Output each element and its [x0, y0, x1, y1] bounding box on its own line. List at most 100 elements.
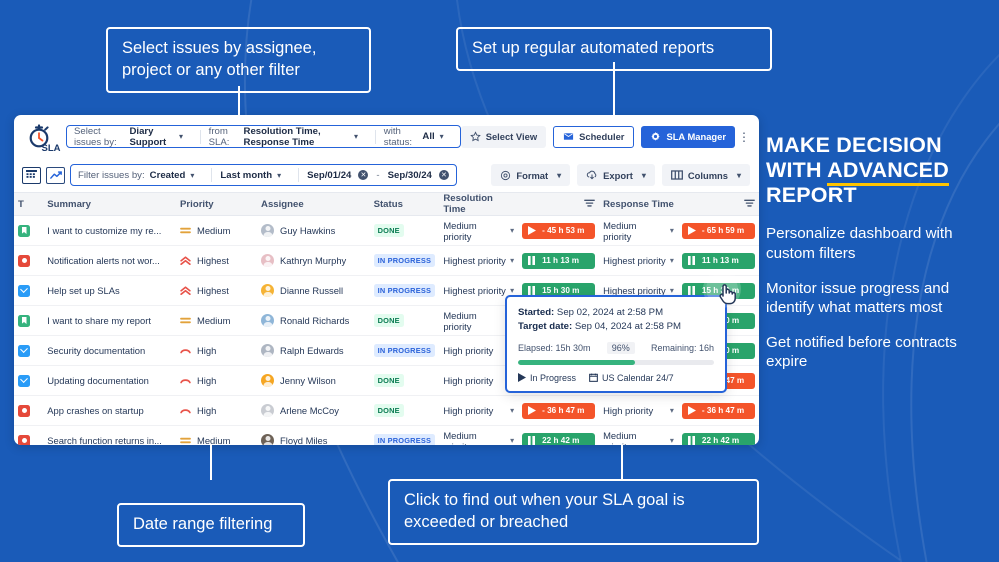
cell-response-priority[interactable]: High priority ▾: [599, 395, 678, 426]
chevron-down-icon[interactable]: ▾: [510, 436, 514, 445]
cell-summary[interactable]: I want to share my report: [43, 305, 177, 336]
select-issues-value[interactable]: Diary Support: [129, 126, 173, 148]
cell-type[interactable]: [14, 425, 44, 445]
table-row[interactable]: App crashes on startup High Arlene McCoy DO…: [14, 395, 759, 426]
chevron-down-icon[interactable]: ▾: [670, 286, 674, 295]
date-from-value[interactable]: Sep/01/24: [307, 170, 351, 181]
resolution-priority-select[interactable]: High priority▾: [443, 345, 514, 356]
export-button[interactable]: Export ▾: [577, 164, 655, 186]
cell-resolution-badge[interactable]: - 36 h 47 m: [518, 395, 600, 426]
column-header-resolution-filter[interactable]: [518, 192, 600, 216]
cell-response-priority[interactable]: Medium priority ▾: [599, 215, 678, 246]
column-header-type[interactable]: T: [14, 192, 44, 216]
format-button[interactable]: Format ▾: [491, 164, 571, 186]
cell-resolution-badge[interactable]: 22 h 42 m: [518, 425, 600, 445]
cell-type[interactable]: [14, 395, 44, 426]
cell-summary[interactable]: Search function returns in...: [43, 425, 177, 445]
chevron-down-icon[interactable]: ▾: [670, 226, 674, 235]
filter-field-value[interactable]: Created: [150, 170, 186, 181]
column-header-response-filter[interactable]: [677, 192, 759, 216]
response-priority-select[interactable]: Medium priority ▾: [603, 430, 674, 446]
from-sla-value[interactable]: Resolution Time, Response Time: [244, 126, 350, 148]
cell-response-badge[interactable]: - 65 h 59 m: [677, 215, 759, 246]
more-options-button[interactable]: ⋮: [738, 131, 750, 143]
response-priority-select[interactable]: Highest priority ▾: [603, 255, 674, 266]
resolution-time-badge[interactable]: 11 h 13 m: [522, 252, 596, 269]
scheduler-button[interactable]: Scheduler: [553, 125, 635, 148]
cell-resolution-priority[interactable]: High priority ▾: [439, 395, 519, 426]
chevron-down-icon[interactable]: ▾: [190, 171, 194, 180]
chevron-down-icon[interactable]: ▾: [557, 171, 561, 180]
chart-view-icon[interactable]: [46, 166, 65, 184]
cell-type[interactable]: [14, 305, 44, 336]
sla-manager-button[interactable]: SLA Manager: [641, 125, 735, 148]
cell-summary[interactable]: Security documentation: [43, 335, 177, 366]
clear-date-to-icon[interactable]: ✕: [438, 170, 449, 180]
resolution-time-badge[interactable]: - 36 h 47 m: [522, 402, 596, 419]
resolution-priority-select[interactable]: Highest priority ▾: [443, 255, 514, 266]
cell-summary[interactable]: Updating documentation: [43, 365, 177, 396]
cell-resolution-priority[interactable]: Medium priority ▾: [439, 425, 519, 445]
cell-response-badge[interactable]: 22 h 42 m: [677, 425, 759, 445]
resolution-priority-select[interactable]: Highest priority ▾: [443, 285, 514, 296]
cell-resolution-badge[interactable]: - 45 h 53 m: [518, 215, 600, 246]
date-filter-bar[interactable]: Filter issues by: Created ▾ Last month ▾…: [70, 164, 457, 186]
chevron-down-icon[interactable]: ▾: [670, 436, 674, 445]
clear-date-from-icon[interactable]: ✕: [358, 170, 369, 180]
chevron-down-icon[interactable]: ▾: [179, 132, 183, 141]
cell-summary[interactable]: App crashes on startup: [43, 395, 177, 426]
response-time-badge[interactable]: - 36 h 47 m: [681, 402, 755, 419]
cell-summary[interactable]: Help set up SLAs: [43, 275, 177, 306]
chevron-down-icon[interactable]: ▾: [510, 406, 514, 415]
columns-button[interactable]: Columns ▾: [661, 164, 750, 186]
with-status-value[interactable]: All: [422, 131, 434, 142]
response-time-badge[interactable]: 22 h 42 m: [681, 432, 755, 445]
response-priority-select[interactable]: Medium priority ▾: [603, 220, 674, 242]
cell-resolution-priority[interactable]: Medium priority ▾: [439, 215, 519, 246]
cell-type[interactable]: [14, 365, 44, 396]
response-time-badge[interactable]: 11 h 13 m: [681, 252, 755, 269]
date-range-preset[interactable]: Last month: [220, 170, 272, 181]
table-row[interactable]: Search function returns in... Medium Floyd…: [14, 425, 759, 446]
resolution-time-badge[interactable]: 22 h 42 m: [522, 432, 596, 445]
column-header-assignee[interactable]: Assignee: [257, 192, 370, 216]
cell-summary[interactable]: Notification alerts not wor...: [43, 245, 177, 276]
resolution-priority-select[interactable]: High priority▾: [443, 375, 514, 386]
cell-response-priority[interactable]: Medium priority ▾: [599, 425, 678, 446]
response-time-badge[interactable]: - 65 h 59 m: [681, 222, 755, 239]
cell-resolution-priority[interactable]: Highest priority ▾: [439, 245, 519, 276]
cell-response-badge[interactable]: - 36 h 47 m: [677, 395, 759, 426]
cell-type[interactable]: [14, 245, 44, 276]
column-header-priority[interactable]: Priority: [176, 192, 258, 216]
chevron-down-icon[interactable]: ▾: [510, 256, 514, 265]
cell-type[interactable]: [14, 275, 44, 306]
resolution-priority-select[interactable]: Medium priority▾: [443, 310, 514, 332]
chevron-down-icon[interactable]: ▾: [510, 286, 514, 295]
date-to-value[interactable]: Sep/30/24: [388, 170, 432, 181]
resolution-priority-select[interactable]: High priority▾: [443, 405, 514, 416]
cell-summary[interactable]: I want to customize my re...: [43, 215, 177, 246]
table-row[interactable]: Notification alerts not wor... Highest Kat…: [14, 245, 759, 276]
table-row[interactable]: I want to customize my re... Medium Guy Ha…: [14, 215, 759, 246]
cell-type[interactable]: [14, 215, 44, 246]
issue-filter-bar[interactable]: Select issues by: Diary Support ▾ from S…: [66, 125, 461, 148]
column-header-response-time[interactable]: Response Time: [599, 192, 678, 216]
response-priority-select[interactable]: High priority ▾: [603, 405, 674, 416]
chevron-down-icon[interactable]: ▾: [277, 171, 281, 180]
chevron-down-icon[interactable]: ▾: [642, 171, 646, 180]
column-header-status[interactable]: Status: [369, 192, 440, 216]
chevron-down-icon[interactable]: ▾: [354, 132, 358, 141]
chevron-down-icon[interactable]: ▾: [670, 256, 674, 265]
chevron-down-icon[interactable]: ▾: [510, 226, 514, 235]
cell-response-badge[interactable]: 11 h 13 m: [677, 245, 759, 276]
chevron-down-icon[interactable]: ▾: [670, 406, 674, 415]
grid-view-icon[interactable]: [22, 166, 41, 184]
chevron-down-icon[interactable]: ▾: [440, 132, 444, 141]
resolution-time-badge[interactable]: - 45 h 53 m: [522, 222, 596, 239]
cell-type[interactable]: [14, 335, 44, 366]
chevron-down-icon[interactable]: ▾: [737, 171, 741, 180]
select-view-button[interactable]: Select View: [460, 125, 547, 148]
column-header-summary[interactable]: Summary: [43, 192, 177, 216]
cell-response-priority[interactable]: Highest priority ▾: [599, 245, 678, 276]
cell-resolution-badge[interactable]: 11 h 13 m: [518, 245, 600, 276]
